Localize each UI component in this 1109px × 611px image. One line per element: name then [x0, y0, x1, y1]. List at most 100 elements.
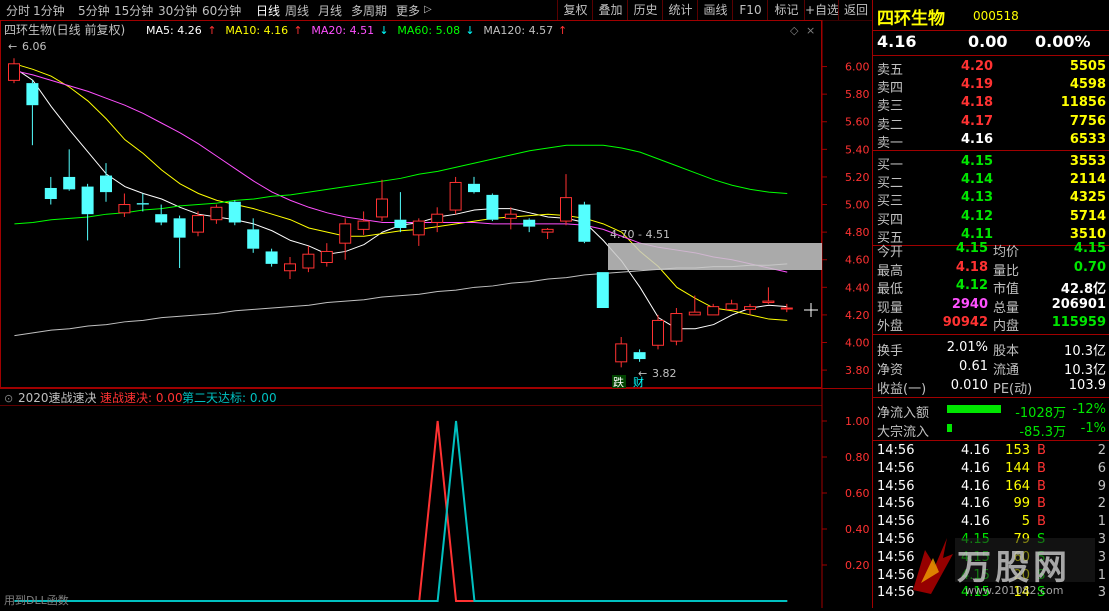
y-tick-label-3: 5.40: [845, 143, 870, 156]
bid-price-3: 4.12: [961, 208, 994, 224]
stat-label-b-3: 总量: [993, 300, 1020, 316]
tick-count-3: 2: [1097, 496, 1106, 512]
tick-bs-2: B: [1037, 478, 1046, 494]
ask-vol-4: 6533: [1069, 131, 1106, 147]
stat-label-a-4: 外盘: [877, 319, 904, 335]
ma-legend: MA5: 4.26 ↑ MA10: 4.16 ↑ MA20: 4.51 ↓ MA60: 5.…: [146, 24, 567, 37]
tick-row-3[interactable]: 14:56 4.16 99 B 2: [873, 495, 1109, 513]
candle-body-6: [118, 204, 131, 214]
dll-footer: 用到DLL函数: [4, 594, 69, 607]
toolbar-button-6[interactable]: 标记: [767, 0, 805, 20]
chart-svg[interactable]: 四环生物(日线 前复权) MA5: 4.26 ↑ MA10: 4.16 ↑ MA20: …: [0, 20, 872, 608]
chart-options-icons[interactable]: ◇ ×: [790, 24, 815, 37]
stat-label-a-2: 最低: [877, 282, 904, 298]
candle-body-36: [670, 313, 683, 342]
ask-row-0[interactable]: 卖五 4.20 5505: [873, 58, 1109, 78]
tick-row-0[interactable]: 14:56 4.16 153 B 2: [873, 442, 1109, 460]
flow-row-1: 大宗流入 -85.3万 -1%: [873, 420, 1109, 440]
toolbar-button-1[interactable]: 叠加: [592, 0, 628, 20]
tick-vol-0: 153: [1005, 443, 1030, 458]
stat-label-b-0: 均价: [993, 245, 1020, 260]
bid-price-0: 4.15: [961, 154, 994, 169]
toolbar-button-2[interactable]: 历史: [627, 0, 663, 20]
tick-price-2: 4.16: [961, 478, 990, 494]
fund-label-a-0: 换手: [877, 344, 904, 359]
signal-die[interactable]: 跌: [613, 375, 624, 389]
stat-row-1: 最高 4.18 量比 0.70: [873, 259, 1109, 279]
fund-label-b-2: PE(动): [993, 382, 1033, 397]
tick-row-2[interactable]: 14:56 4.16 164 B 9: [873, 478, 1109, 496]
bid-row-0[interactable]: 买一 4.15 3553: [873, 153, 1109, 173]
tick-row-1[interactable]: 14:56 4.16 144 B 6: [873, 460, 1109, 478]
ask-price-3: 4.17: [961, 113, 994, 129]
period-tab-0[interactable]: 分时: [6, 2, 30, 19]
period-tab-9[interactable]: 多周期: [351, 2, 387, 19]
bid-vol-2: 4325: [1069, 190, 1106, 206]
candle-body-19: [357, 220, 370, 230]
tick-bs-4: B: [1037, 514, 1046, 530]
y-tick-label-10: 4.00: [845, 337, 870, 350]
period-tab-3[interactable]: 15分钟: [114, 2, 153, 19]
more-arrow-icon[interactable]: ▷: [424, 4, 432, 15]
candle-7: [136, 193, 149, 212]
period-tab-1[interactable]: 1分钟: [33, 2, 65, 19]
toolbar-button-0[interactable]: 复权: [557, 0, 593, 20]
bid-label-0: 买一: [877, 158, 904, 173]
ask-row-4[interactable]: 卖一 4.16 6533: [873, 131, 1109, 151]
toolbar-button-3[interactable]: 统计: [662, 0, 698, 20]
bid-row-1[interactable]: 买二 4.14 2114: [873, 171, 1109, 191]
divider: [873, 30, 1109, 31]
ask-price-4: 4.16: [961, 131, 994, 147]
stat-value-b-4: 115959: [1051, 315, 1106, 331]
candle-body-33: [615, 343, 628, 363]
stat-row-0: 今开 4.15 均价 4.15: [873, 240, 1109, 260]
ask-vol-3: 7756: [1069, 113, 1106, 129]
toolbar-button-4[interactable]: 画线: [697, 0, 733, 20]
signal-finance[interactable]: 财: [633, 375, 644, 389]
candle-19: [357, 211, 370, 235]
candle-body-11: [210, 206, 223, 221]
tick-time-4: 14:56: [877, 514, 915, 530]
fund-row-1: 净资 0.61 流通 10.3亿: [873, 358, 1109, 378]
toolbar-button-8[interactable]: 返回: [838, 0, 873, 20]
ask-label-4: 卖一: [877, 135, 904, 151]
candle-33: [615, 336, 628, 368]
period-tab-8[interactable]: 月线: [318, 2, 342, 19]
toolbar-button-7[interactable]: +自选: [804, 0, 839, 20]
ask-row-1[interactable]: 卖四 4.19 4598: [873, 76, 1109, 96]
bid-row-3[interactable]: 买四 4.12 5714: [873, 208, 1109, 228]
candle-body-32: [596, 272, 609, 309]
candle-28: [523, 218, 536, 233]
flow-value-0: -1028万: [1015, 406, 1066, 421]
period-tab-10[interactable]: 更多: [396, 2, 420, 19]
ask-vol-1: 4598: [1069, 77, 1106, 93]
diamond-icon[interactable]: ◇: [790, 24, 799, 37]
ask-row-3[interactable]: 卖二 4.17 7756: [873, 113, 1109, 133]
candle-4: [81, 183, 94, 241]
flow-row-0: 净流入额 -1028万 -12%: [873, 401, 1109, 421]
tick-price-3: 4.16: [961, 496, 990, 512]
stat-label-b-2: 市值: [993, 282, 1020, 298]
ask-row-2[interactable]: 卖三 4.18 11856: [873, 94, 1109, 114]
period-tab-5[interactable]: 60分钟: [202, 2, 241, 19]
bid-row-2[interactable]: 买三 4.13 4325: [873, 189, 1109, 209]
period-tab-4[interactable]: 30分钟: [158, 2, 197, 19]
y-tick-label-2: 5.60: [845, 116, 870, 129]
candle-body-12: [228, 201, 241, 223]
close-icon[interactable]: ×: [806, 24, 815, 37]
last-price: 4.16: [877, 32, 917, 51]
fund-label-a-2: 收益(一): [877, 382, 927, 397]
toolbar-button-5[interactable]: F10: [732, 0, 768, 20]
candle-body-17: [320, 250, 333, 263]
period-tab-6[interactable]: 日线: [256, 2, 280, 19]
stat-label-a-3: 现量: [877, 300, 904, 316]
divider: [873, 334, 1109, 335]
candle-15: [284, 256, 296, 280]
period-tab-2[interactable]: 5分钟: [78, 2, 110, 19]
y-tick-label-1: 5.80: [845, 88, 870, 101]
stat-row-3: 现量 2940 总量 206901: [873, 296, 1109, 316]
candle-body-7: [136, 203, 149, 205]
chart-pane[interactable]: 四环生物(日线 前复权) MA5: 4.26 ↑ MA10: 4.16 ↑ MA20: …: [0, 20, 872, 608]
watermark-text: 万股网: [957, 548, 1071, 588]
period-tab-7[interactable]: 周线: [285, 2, 309, 19]
